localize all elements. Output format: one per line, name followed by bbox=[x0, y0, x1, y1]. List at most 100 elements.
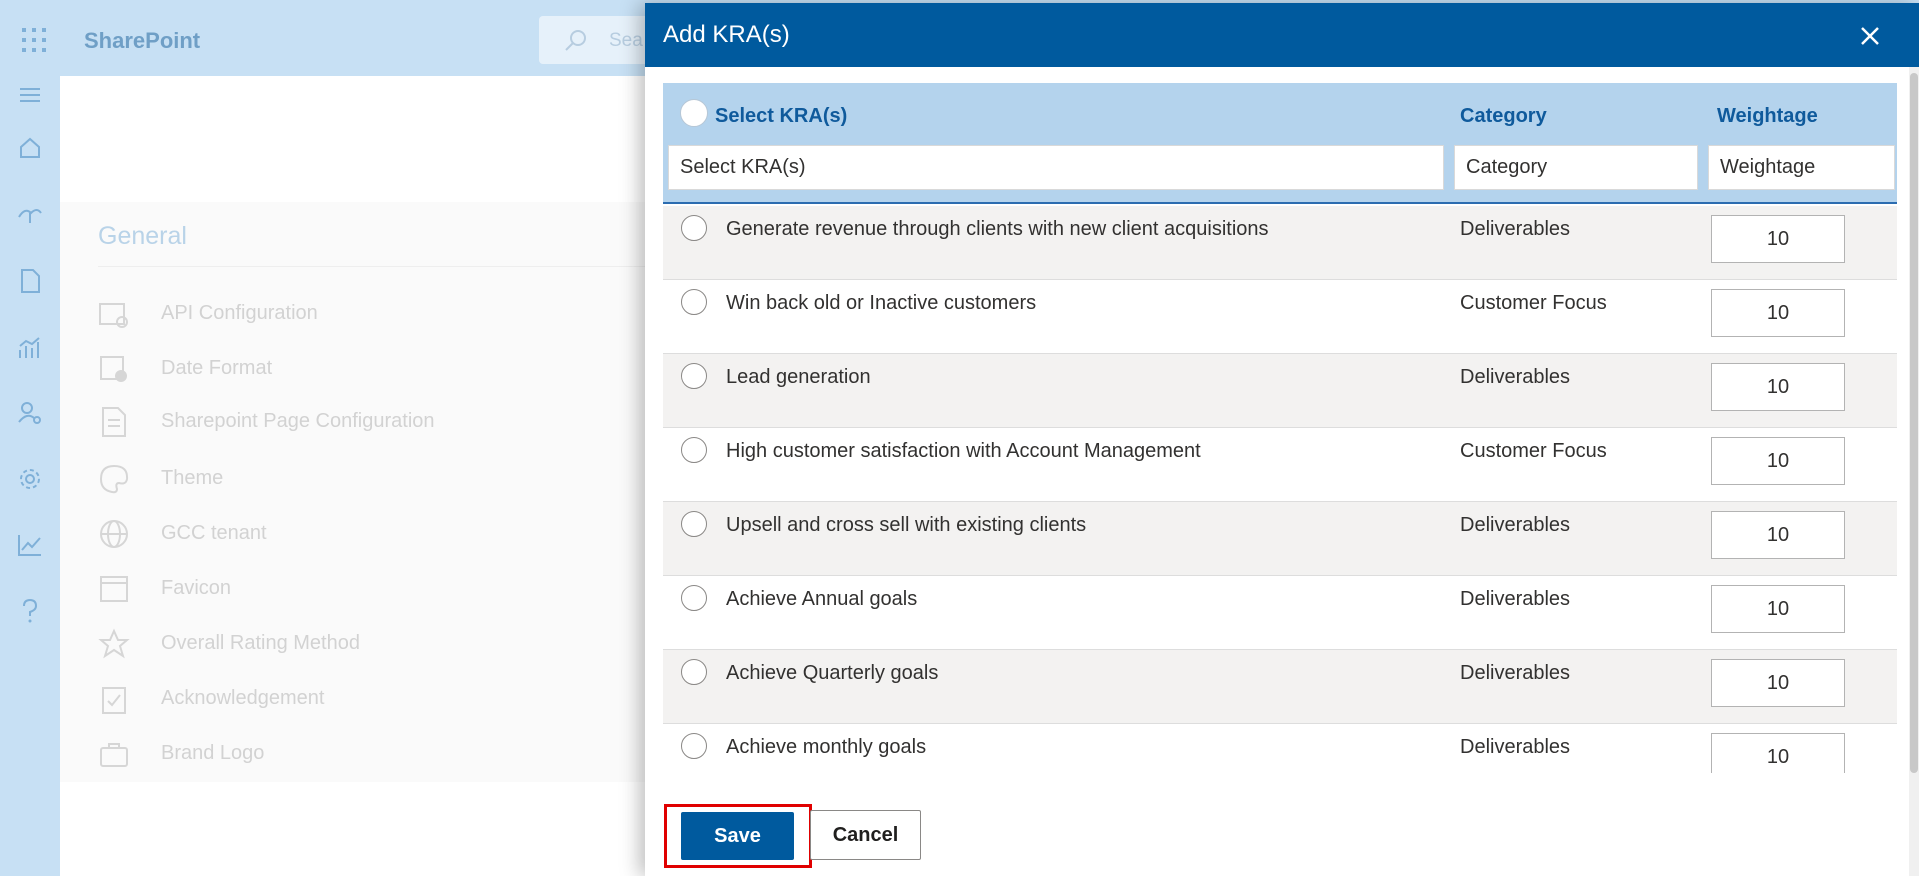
dialog-title: Add KRA(s) bbox=[663, 21, 790, 48]
row-select-radio[interactable] bbox=[681, 511, 707, 537]
kra-filter-input[interactable] bbox=[668, 145, 1444, 190]
kra-name: Upsell and cross sell with existing clie… bbox=[726, 514, 1087, 536]
setting-label: GCC tenant bbox=[161, 522, 267, 544]
kra-name: Achieve Annual goals bbox=[726, 588, 918, 610]
close-icon[interactable] bbox=[1855, 21, 1885, 51]
weightage-input[interactable] bbox=[1711, 659, 1845, 707]
api-config-icon bbox=[99, 303, 128, 328]
table-row[interactable]: Upsell and cross sell with existing clie… bbox=[663, 502, 1897, 576]
kra-category: Customer Focus bbox=[1460, 292, 1607, 314]
column-header-weightage[interactable]: Weightage bbox=[1717, 105, 1818, 128]
clipboard-check-icon bbox=[102, 687, 126, 714]
weightage-input[interactable] bbox=[1711, 733, 1845, 773]
trend-icon[interactable] bbox=[15, 530, 45, 560]
page-config-icon bbox=[102, 407, 126, 437]
dialog-header: Add KRA(s) bbox=[645, 3, 1919, 67]
setting-label: Acknowledgement bbox=[161, 687, 325, 709]
setting-item-brand-logo[interactable]: Brand Logo bbox=[98, 734, 658, 774]
table-row[interactable]: Generate revenue through clients with ne… bbox=[663, 206, 1897, 280]
select-all-radio[interactable] bbox=[680, 99, 708, 127]
row-select-radio[interactable] bbox=[681, 659, 707, 685]
kra-category: Deliverables bbox=[1460, 588, 1571, 610]
setting-item-acknowledgement[interactable]: Acknowledgement bbox=[98, 679, 658, 719]
kra-name: Lead generation bbox=[726, 366, 871, 388]
weightage-input[interactable] bbox=[1711, 511, 1845, 559]
menu-icon[interactable] bbox=[15, 80, 45, 110]
kra-category: Deliverables bbox=[1460, 218, 1571, 240]
weightage-input[interactable] bbox=[1711, 437, 1845, 485]
weightage-input[interactable] bbox=[1711, 289, 1845, 337]
divider bbox=[98, 266, 658, 267]
table-row[interactable]: High customer satisfaction with Account … bbox=[663, 428, 1897, 502]
window-icon bbox=[100, 576, 128, 602]
row-select-radio[interactable] bbox=[681, 289, 707, 315]
kra-category: Deliverables bbox=[1460, 366, 1571, 388]
setting-item-date-format[interactable]: Date Format bbox=[98, 349, 658, 389]
weightage-filter-input[interactable] bbox=[1708, 145, 1895, 190]
kra-name: Achieve monthly goals bbox=[726, 736, 927, 758]
row-select-radio[interactable] bbox=[681, 437, 707, 463]
kra-category: Deliverables bbox=[1460, 736, 1571, 758]
kra-category: Deliverables bbox=[1460, 662, 1571, 684]
setting-label: Sharepoint Page Configuration bbox=[161, 410, 435, 432]
setting-item-overall-rating-method[interactable]: Overall Rating Method bbox=[98, 624, 658, 664]
setting-item-gcc-tenant[interactable]: GCC tenant bbox=[98, 514, 658, 554]
search-placeholder: Sea bbox=[609, 30, 643, 51]
kra-name: Generate revenue through clients with ne… bbox=[726, 218, 1269, 240]
scrollbar-thumb[interactable] bbox=[1910, 73, 1918, 773]
grid-body: Generate revenue through clients with ne… bbox=[663, 206, 1897, 773]
column-header-category[interactable]: Category bbox=[1460, 105, 1547, 128]
setting-item-theme[interactable]: Theme bbox=[98, 459, 658, 499]
row-select-radio[interactable] bbox=[681, 363, 707, 389]
weightage-input[interactable] bbox=[1711, 215, 1845, 263]
setting-label: Date Format bbox=[161, 357, 273, 379]
help-icon[interactable] bbox=[15, 596, 45, 626]
setting-label: Favicon bbox=[161, 577, 232, 599]
kra-grid: Select KRA(s) Category Weightage Generat… bbox=[663, 83, 1897, 773]
weightage-input[interactable] bbox=[1711, 363, 1845, 411]
home-icon[interactable] bbox=[15, 133, 45, 163]
user-settings-icon[interactable] bbox=[15, 398, 45, 428]
app-launcher-icon[interactable] bbox=[22, 28, 46, 52]
calendar-clock-icon bbox=[100, 356, 127, 382]
setting-label: Overall Rating Method bbox=[161, 632, 360, 654]
kra-category: Customer Focus bbox=[1460, 440, 1607, 462]
setting-label: Theme bbox=[161, 467, 224, 489]
row-select-radio[interactable] bbox=[681, 215, 707, 241]
general-title: General bbox=[98, 222, 187, 250]
category-filter-input[interactable] bbox=[1454, 145, 1698, 190]
kra-name: Win back old or Inactive customers bbox=[726, 292, 1037, 314]
document-icon[interactable] bbox=[15, 266, 45, 296]
column-header-kra[interactable]: Select KRA(s) bbox=[715, 105, 847, 128]
app-name[interactable]: SharePoint bbox=[84, 28, 200, 54]
globe-icon bbox=[100, 520, 128, 548]
search-box[interactable]: Sea bbox=[539, 16, 659, 64]
weightage-input[interactable] bbox=[1711, 585, 1845, 633]
setting-label: API Configuration bbox=[161, 302, 318, 324]
row-select-radio[interactable] bbox=[681, 733, 707, 759]
setting-item-api-configuration[interactable]: API Configuration bbox=[98, 294, 658, 334]
kra-name: Achieve Quarterly goals bbox=[726, 662, 939, 684]
grid-header: Select KRA(s) Category Weightage bbox=[663, 83, 1897, 204]
save-button[interactable]: Save bbox=[681, 812, 794, 860]
add-kra-dialog: Add KRA(s) Select KRA(s) Category Weight… bbox=[645, 3, 1919, 876]
setting-item-sharepoint-page-configuration[interactable]: Sharepoint Page Configuration bbox=[98, 402, 658, 442]
row-select-radio[interactable] bbox=[681, 585, 707, 611]
table-row[interactable]: Achieve Annual goals Deliverables bbox=[663, 576, 1897, 650]
setting-label: Brand Logo bbox=[161, 742, 265, 764]
palette-icon bbox=[99, 464, 129, 494]
sites-icon[interactable] bbox=[15, 200, 45, 230]
cancel-button[interactable]: Cancel bbox=[810, 810, 921, 860]
table-row[interactable]: Win back old or Inactive customers Custo… bbox=[663, 280, 1897, 354]
table-row[interactable]: Lead generation Deliverables bbox=[663, 354, 1897, 428]
setting-item-favicon[interactable]: Favicon bbox=[98, 569, 658, 609]
table-row[interactable]: Achieve Quarterly goals Deliverables bbox=[663, 650, 1897, 724]
chart-icon[interactable] bbox=[15, 333, 45, 363]
left-rail bbox=[0, 76, 60, 876]
table-row[interactable]: Achieve monthly goals Deliverables bbox=[663, 724, 1897, 773]
kra-name: High customer satisfaction with Account … bbox=[726, 440, 1201, 462]
star-icon bbox=[98, 628, 130, 659]
gear-icon[interactable] bbox=[15, 464, 45, 494]
search-icon bbox=[565, 30, 586, 51]
briefcase-icon bbox=[100, 743, 128, 767]
